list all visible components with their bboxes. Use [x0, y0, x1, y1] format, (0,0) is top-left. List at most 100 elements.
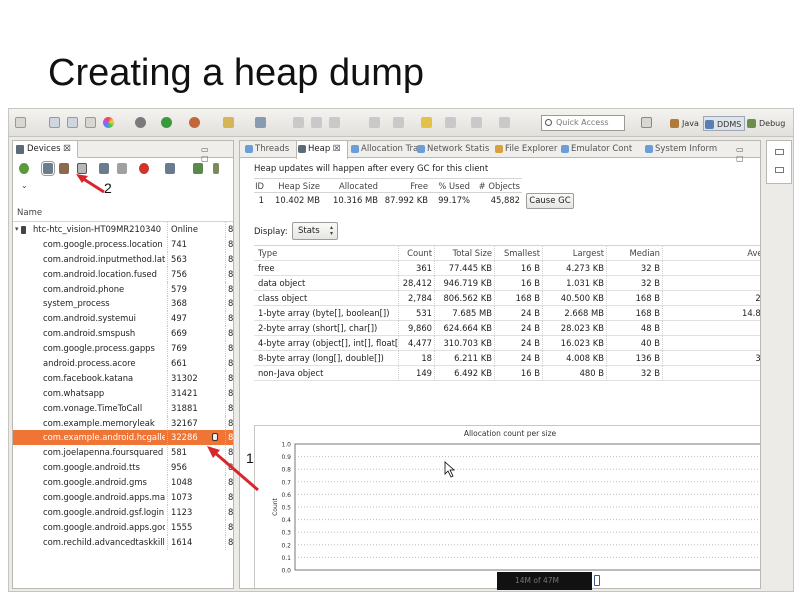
process-name: android.process.acore [43, 358, 136, 369]
debug-run-icon[interactable] [189, 117, 200, 128]
process-row[interactable]: com.whatsapp 31421 8 [13, 385, 233, 401]
tab-heap[interactable]: Heap ☒ [296, 141, 348, 159]
quick-access-input[interactable]: Quick Access [541, 115, 625, 131]
process-row[interactable]: com.google.android.apps.ma 1073 8 [13, 490, 233, 505]
process-row[interactable]: com.google.process.gapps 769 8 [13, 341, 233, 357]
step-into-icon[interactable] [293, 117, 304, 128]
stats-row[interactable]: 2-byte array (short[], char[]) 9,860 624.6… [254, 321, 760, 336]
pin-icon[interactable] [471, 117, 482, 128]
column-header-name[interactable]: Name [17, 208, 42, 218]
process-row[interactable]: com.android.smspush 669 8 [13, 326, 233, 342]
tab-devices[interactable]: Devices ☒ [13, 141, 78, 158]
run-icon[interactable] [161, 117, 172, 128]
print-icon[interactable] [85, 117, 96, 128]
stats-header-cell[interactable]: Total Size [434, 246, 492, 261]
process-row[interactable]: system_process 368 8 [13, 296, 233, 312]
process-row[interactable]: com.google.process.location 741 8 [13, 236, 233, 252]
stats-cell: 531 [398, 306, 432, 321]
process-row[interactable]: com.google.android.apps.goo 1555 8 [13, 519, 233, 535]
perspective-java[interactable]: Java [669, 116, 699, 131]
process-row[interactable]: com.google.android.tts 956 8 [13, 460, 233, 476]
stats-row[interactable]: class object 2,784 806.562 KB 168 B 40.500 K… [254, 291, 760, 306]
process-row[interactable]: com.android.phone 579 8 [13, 281, 233, 297]
bookmark-icon[interactable] [421, 117, 432, 128]
update-threads-icon[interactable] [99, 163, 109, 174]
debug-process-icon[interactable] [19, 163, 29, 174]
save-icon[interactable] [49, 117, 60, 128]
summary-header-cell[interactable]: Allocated [324, 179, 378, 193]
stats-row[interactable]: data object 28,412 946.719 KB 16 B 1.031 KB 3… [254, 276, 760, 291]
tab-allocation-trac[interactable]: Allocation Trac [350, 141, 423, 158]
cause-gc-button[interactable]: Cause GC [526, 193, 574, 209]
search-toolbar-icon[interactable] [255, 117, 266, 128]
summary-header-cell[interactable]: # Objects [474, 179, 520, 193]
summary-header-cell[interactable]: % Used [432, 179, 470, 193]
process-row[interactable]: com.android.inputmethod.lat 563 8 [13, 251, 233, 267]
stats-row[interactable]: 4-byte array (object[], int[], float[]) 4… [254, 336, 760, 351]
stop-process-icon[interactable] [139, 163, 149, 174]
perspective-debug[interactable]: Debug [746, 116, 785, 131]
expand-arrow-icon[interactable]: ▾ [15, 222, 19, 237]
process-row[interactable]: com.example.android.hcgalle 32286 8 [13, 430, 233, 446]
tab-network-statis[interactable]: Network Statis [416, 141, 489, 158]
tab-file-explorer[interactable]: File Explorer [494, 141, 557, 158]
process-row[interactable]: com.example.memoryleak 32167 8 [13, 415, 233, 431]
process-row[interactable]: com.google.android.gsf.login 1123 8 [13, 504, 233, 520]
restore-icon-2[interactable] [775, 167, 784, 173]
process-row[interactable]: com.rechild.advancedtaskkill 1614 8 [13, 534, 233, 550]
tab-threads[interactable]: Threads [244, 141, 289, 158]
start-method-profiling-icon[interactable] [117, 163, 127, 174]
open-type-icon[interactable] [223, 117, 234, 128]
perspective-ddms[interactable]: DDMS [703, 116, 746, 131]
trash-gc-icon[interactable] [594, 575, 600, 586]
nav-forward-icon[interactable] [393, 117, 404, 128]
stats-header-cell[interactable]: Median [606, 246, 660, 261]
update-heap-icon[interactable] [41, 161, 55, 176]
gear-icon[interactable] [135, 117, 146, 128]
last-edit-icon[interactable] [499, 117, 510, 128]
process-row[interactable]: com.facebook.katana 31302 8 [13, 370, 233, 386]
stats-header-cell[interactable]: Largest [542, 246, 604, 261]
device-row[interactable]: ▾ htc-htc_vision-HT09MR210340 Online 8 [13, 222, 233, 237]
open-perspective-icon[interactable] [641, 117, 652, 128]
stats-row[interactable]: 1-byte array (byte[], boolean[]) 531 7.685… [254, 306, 760, 321]
process-row[interactable]: com.android.location.fused 756 8 [13, 266, 233, 282]
heap-panel: Threads Heap ☒ Allocation Trac Network Stat… [239, 140, 761, 589]
stats-row[interactable]: free 36177.445 KB16 B4.273 KB32 B2 [254, 261, 760, 276]
process-row[interactable]: com.vonage.TimeToCall 31881 8 [13, 400, 233, 416]
heap-status-bar[interactable]: 14M of 47M [497, 572, 592, 590]
tab-system-inform[interactable]: System Inform [644, 141, 717, 158]
stats-header-cell[interactable]: Type [258, 246, 398, 261]
stats-cell: 9,860 [398, 321, 432, 336]
summary-header-cell[interactable]: ID [254, 179, 264, 193]
color-wheel-icon[interactable] [103, 117, 114, 128]
step-return-icon[interactable] [329, 117, 340, 128]
stats-row[interactable]: 8-byte array (long[], double[]) 18 6.211 K… [254, 351, 760, 366]
chevron-down-icon[interactable]: ⌄ [21, 181, 28, 190]
step-over-icon[interactable] [311, 117, 322, 128]
process-row[interactable]: com.android.systemui 497 8 [13, 311, 233, 327]
summary-header-cell[interactable]: Free [382, 179, 428, 193]
new-file-icon[interactable] [15, 117, 26, 128]
stats-header-cell[interactable]: Smallest [494, 246, 540, 261]
stats-header-cell[interactable]: Aver [662, 246, 760, 261]
process-row[interactable]: com.google.android.gms 1048 8 [13, 475, 233, 491]
annotation-icon[interactable] [445, 117, 456, 128]
heap-window-buttons[interactable]: ▭ ▢ [736, 145, 760, 163]
display-select[interactable]: Stats ▴ ▾ [292, 222, 338, 240]
save-all-icon[interactable] [67, 117, 78, 128]
systrace-icon[interactable] [213, 163, 219, 174]
stats-row[interactable]: non-Java object 1496.492 KB16 B480 B32 B4 [254, 366, 760, 381]
tab-emulator-cont[interactable]: Emulator Cont [560, 141, 632, 158]
reset-adb-icon[interactable] [193, 163, 203, 174]
nav-back-icon[interactable] [369, 117, 380, 128]
screen-capture-icon[interactable] [165, 163, 175, 174]
process-row[interactable]: android.process.acore 661 8 [13, 356, 233, 371]
cause-gc-icon[interactable] [77, 163, 87, 174]
stats-header-cell[interactable]: Count [398, 246, 432, 261]
minimized-panel[interactable] [766, 140, 792, 184]
restore-icon[interactable] [775, 149, 784, 155]
process-row[interactable]: com.joelapenna.foursquared 581 8 [13, 445, 233, 461]
summary-header-cell[interactable]: Heap Size [268, 179, 320, 193]
dump-hprof-icon[interactable] [59, 163, 69, 174]
